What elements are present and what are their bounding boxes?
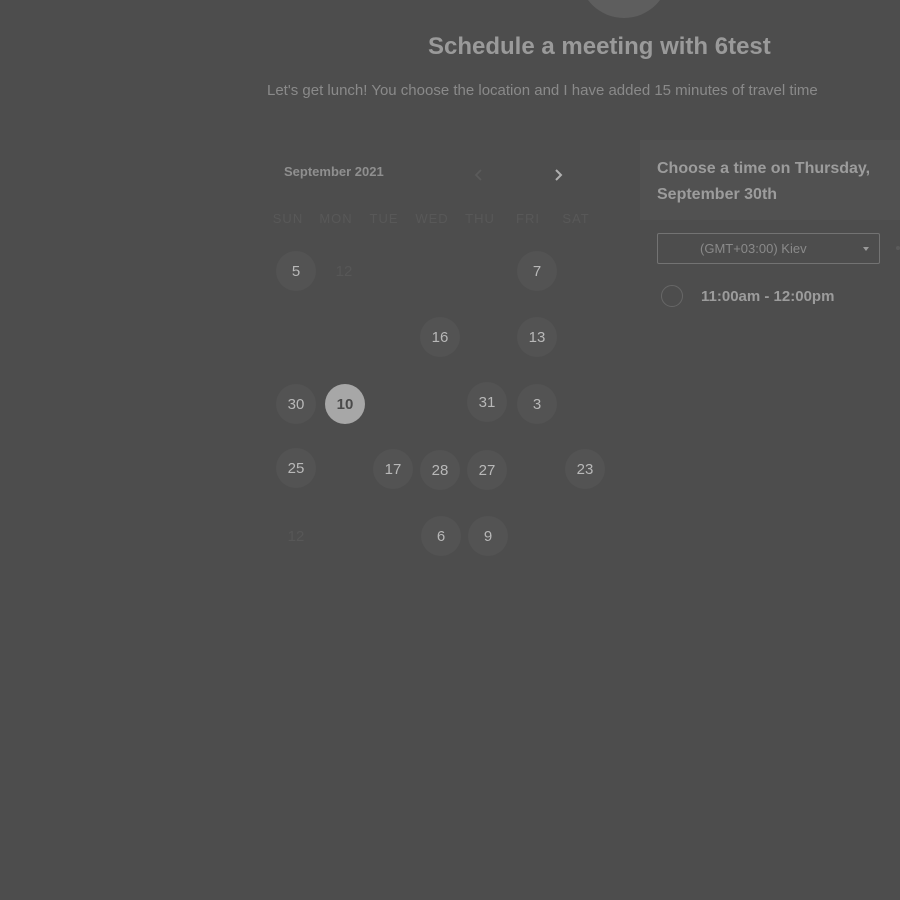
radio-button[interactable] [661, 285, 683, 307]
weekday-label: TUE [369, 211, 399, 226]
calendar-month-label: September 2021 [284, 164, 384, 179]
calendar-day-selected[interactable]: 10 [325, 384, 365, 424]
chevron-right-icon [555, 169, 563, 181]
calendar-day[interactable]: 5 [276, 251, 316, 291]
calendar-day[interactable]: 7 [517, 251, 557, 291]
calendar-day[interactable]: 27 [467, 450, 507, 490]
weekday-label: SAT [562, 211, 590, 226]
chevron-left-icon [474, 169, 482, 181]
calendar-day-disabled: 12 [287, 527, 305, 545]
calendar-day[interactable]: 3 [517, 384, 557, 424]
host-avatar [579, 0, 669, 18]
previous-month-button[interactable] [469, 165, 489, 185]
calendar-day[interactable]: 25 [276, 448, 316, 488]
next-month-button[interactable] [548, 165, 568, 185]
weekday-label: WED [415, 211, 449, 226]
calendar-day[interactable]: 16 [420, 317, 460, 357]
calendar-day[interactable]: 23 [565, 449, 605, 489]
weekday-label: FRI [516, 211, 540, 226]
time-slot-option[interactable]: 11:00am - 12:00pm [661, 285, 834, 307]
weekday-label: THU [465, 211, 495, 226]
caret-down-icon [863, 247, 869, 251]
scroll-indicator [896, 246, 900, 250]
calendar-day[interactable]: 9 [468, 516, 508, 556]
timezone-value: (GMT+03:00) Kiev [700, 241, 807, 256]
calendar-day[interactable]: 17 [373, 449, 413, 489]
calendar-day-disabled: 12 [335, 262, 353, 280]
timezone-select[interactable]: (GMT+03:00) Kiev [657, 233, 880, 264]
time-slot-label: 11:00am - 12:00pm [701, 287, 835, 305]
weekday-label: SUN [272, 211, 304, 226]
calendar-day[interactable]: 31 [467, 382, 507, 422]
weekday-label: MON [319, 211, 353, 226]
time-panel-title: Choose a time on Thursday, September 30t… [657, 160, 871, 203]
weekday-header: SUN MON TUE WED THU FRI SAT [264, 211, 600, 226]
calendar-day[interactable]: 13 [517, 317, 557, 357]
meeting-description: Let's get lunch! You choose the location… [267, 82, 818, 99]
calendar-day[interactable]: 6 [421, 516, 461, 556]
calendar-day[interactable]: 28 [420, 450, 460, 490]
scheduling-page: Schedule a meeting with 6test Let's get … [0, 0, 900, 900]
calendar-day[interactable]: 30 [276, 384, 316, 424]
page-title: Schedule a meeting with 6test [428, 33, 771, 60]
